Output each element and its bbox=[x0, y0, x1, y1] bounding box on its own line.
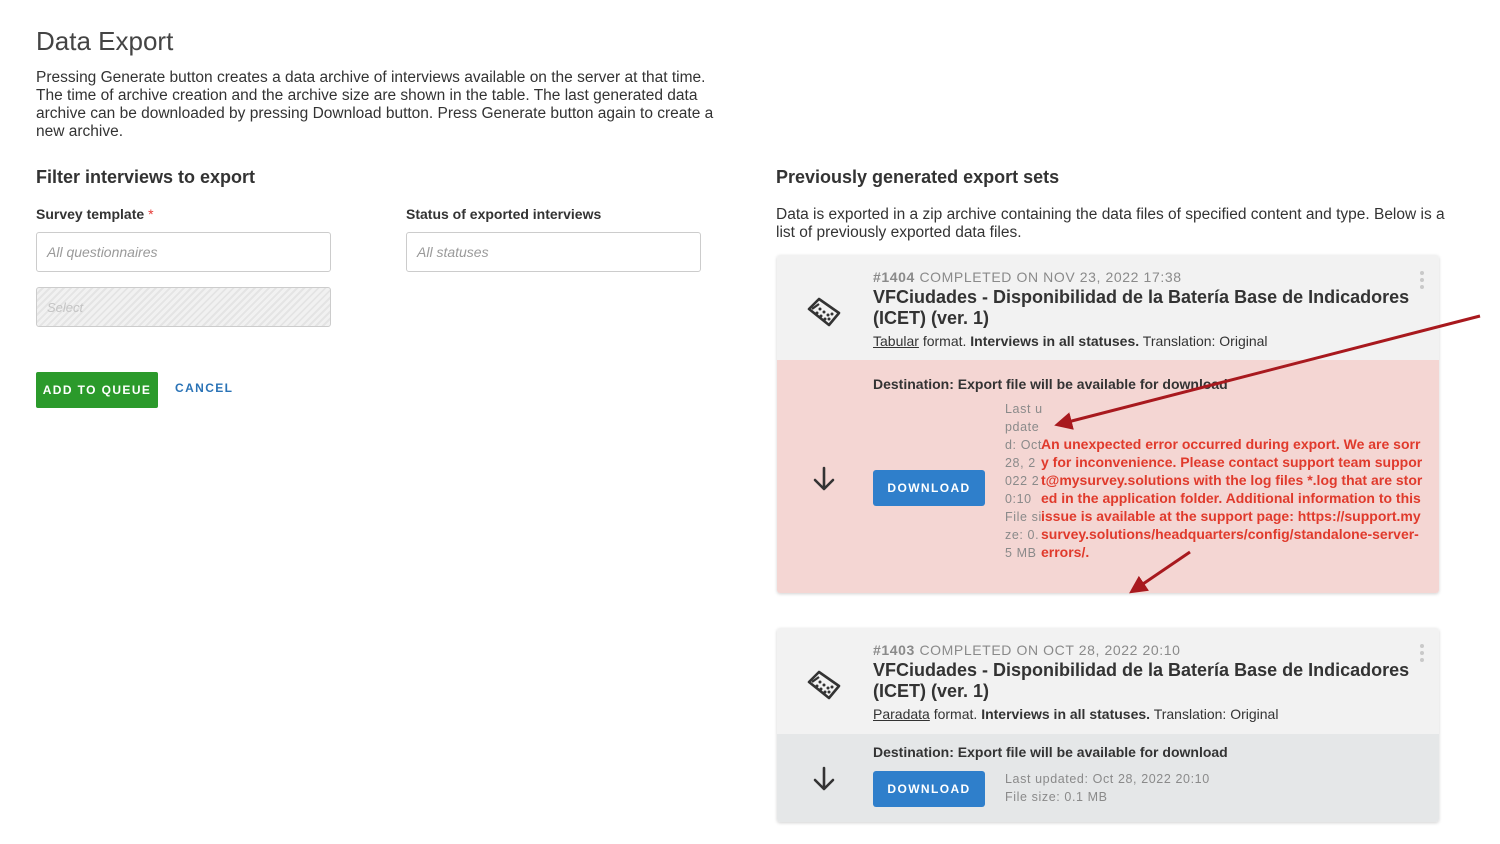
export-statuses: Interviews in all statuses. bbox=[981, 706, 1151, 722]
export-format-suffix: format. bbox=[922, 333, 967, 349]
questionnaire-icon bbox=[807, 670, 841, 700]
survey-template-label-text: Survey template bbox=[36, 206, 145, 222]
status-filter-label: Status of exported interviews bbox=[406, 206, 602, 222]
cancel-link[interactable]: CANCEL bbox=[175, 381, 233, 395]
export-translation: Translation: Original bbox=[1142, 333, 1268, 349]
export-title: VFCiudades - Disponibilidad de la Baterí… bbox=[873, 660, 1410, 701]
export-meta: #1403 COMPLETED ON OCT 28, 2022 20:10 bbox=[873, 642, 1181, 658]
survey-template-select[interactable]: All questionnaires bbox=[36, 232, 331, 272]
download-button[interactable]: DOWNLOAD bbox=[873, 470, 985, 506]
arrow-down-icon bbox=[813, 766, 835, 791]
survey-template-placeholder: All questionnaires bbox=[47, 244, 158, 260]
export-id: #1404 bbox=[873, 269, 915, 285]
export-card-1403: #1403 COMPLETED ON OCT 28, 2022 20:10 VF… bbox=[777, 628, 1439, 822]
filter-section-title: Filter interviews to export bbox=[36, 167, 256, 187]
export-card-body: Destination: Export file will be availab… bbox=[777, 734, 1439, 822]
previous-exports-description: Data is exported in a zip archive contai… bbox=[776, 206, 1445, 241]
page-intro: Pressing Generate button creates a data … bbox=[36, 69, 714, 140]
export-translation: Translation: Original bbox=[1153, 706, 1279, 722]
version-select-disabled: Select bbox=[36, 287, 331, 327]
export-updated-size: Last updated: Oct 28, 2022 20:10 File si… bbox=[1005, 770, 1210, 806]
questionnaire-icon bbox=[807, 297, 841, 327]
required-marker: * bbox=[148, 206, 154, 222]
export-format-link[interactable]: Paradata bbox=[873, 706, 930, 722]
export-size: File size: 0.1 MB bbox=[1005, 790, 1108, 804]
export-card-1404: #1404 COMPLETED ON NOV 23, 2022 17:38 VF… bbox=[777, 255, 1439, 593]
export-meta: #1404 COMPLETED ON NOV 23, 2022 17:38 bbox=[873, 269, 1182, 285]
export-statuses: Interviews in all statuses. bbox=[970, 333, 1140, 349]
kebab-menu-icon[interactable] bbox=[1419, 644, 1425, 666]
export-format-line: Paradata format. Interviews in all statu… bbox=[873, 706, 1278, 722]
export-error-message: An unexpected error occurred during expo… bbox=[1041, 436, 1423, 560]
export-format-link[interactable]: Tabular bbox=[873, 333, 919, 349]
add-to-queue-button[interactable]: ADD TO QUEUE bbox=[36, 372, 158, 408]
export-size: File size: 0.5 MB bbox=[1005, 510, 1042, 560]
export-format-line: Tabular format. Interviews in all status… bbox=[873, 333, 1268, 349]
export-destination: Destination: Export file will be availab… bbox=[873, 376, 1228, 392]
kebab-menu-icon[interactable] bbox=[1419, 271, 1425, 293]
export-updated-size: Last updated: Oct 28, 2022 20:10 File si… bbox=[1005, 400, 1043, 562]
export-updated: Last updated: Oct 28, 2022 20:10 bbox=[1005, 772, 1210, 786]
download-button[interactable]: DOWNLOAD bbox=[873, 771, 985, 807]
arrow-down-icon bbox=[813, 466, 835, 491]
export-card-header: #1404 COMPLETED ON NOV 23, 2022 17:38 VF… bbox=[777, 255, 1439, 360]
export-status: COMPLETED ON NOV 23, 2022 17:38 bbox=[919, 269, 1182, 285]
export-card-body: Destination: Export file will be availab… bbox=[777, 360, 1439, 593]
export-card-header: #1403 COMPLETED ON OCT 28, 2022 20:10 VF… bbox=[777, 628, 1439, 734]
page-title: Data Export bbox=[36, 26, 174, 56]
export-title: VFCiudades - Disponibilidad de la Baterí… bbox=[873, 287, 1410, 328]
export-format-suffix: format. bbox=[933, 706, 978, 722]
export-destination: Destination: Export file will be availab… bbox=[873, 744, 1228, 760]
status-filter-select[interactable]: All statuses bbox=[406, 232, 701, 272]
export-id: #1403 bbox=[873, 642, 915, 658]
status-filter-placeholder: All statuses bbox=[417, 244, 489, 260]
export-updated: Last updated: Oct 28, 2022 20:10 bbox=[1005, 402, 1043, 506]
survey-template-label: Survey template * bbox=[36, 206, 154, 222]
version-select-placeholder: Select bbox=[47, 299, 84, 315]
previous-exports-title: Previously generated export sets bbox=[776, 167, 1060, 187]
export-status: COMPLETED ON OCT 28, 2022 20:10 bbox=[919, 642, 1181, 658]
